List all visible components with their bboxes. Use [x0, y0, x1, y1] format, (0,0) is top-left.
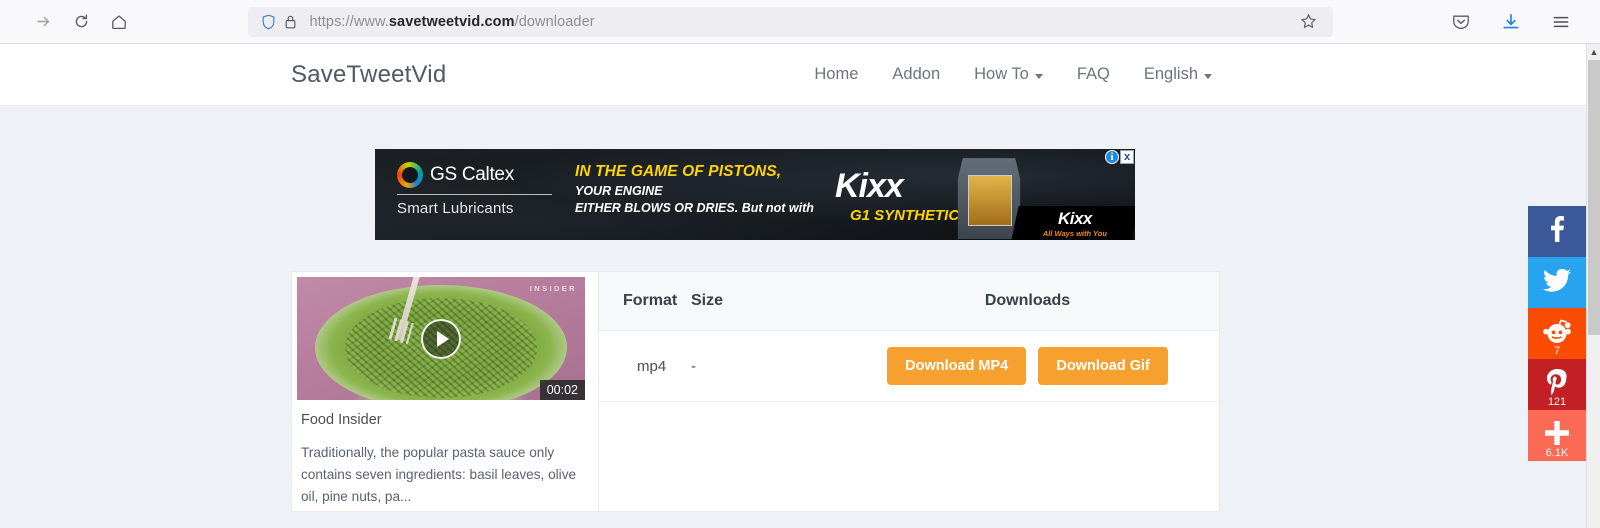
download-mp4-button[interactable]: Download MP4 [887, 347, 1027, 385]
ad-corner-badge: Kixx All Ways with You [1011, 206, 1135, 240]
column-header-downloads: Downloads [836, 272, 1219, 331]
advertisement-banner[interactable]: GS Caltex Smart Lubricants IN THE GAME O… [375, 149, 1135, 240]
ad-product-name: Kixx [835, 167, 904, 205]
share-addthis-button[interactable]: 6.1K [1528, 410, 1586, 461]
url-text: https://www.savetweetvid.com/downloader [309, 13, 595, 30]
ad-copy: IN THE GAME OF PISTONS, YOUR ENGINE EITH… [575, 163, 814, 215]
gs-caltex-logo-icon [397, 162, 423, 188]
formats-table: Format Size Downloads mp4 - Download MP4… [599, 272, 1219, 402]
video-duration-badge: 00:02 [539, 380, 585, 400]
nav-label: English [1143, 65, 1198, 83]
thumbnail-watermark: INSIDER [529, 284, 577, 293]
pocket-icon[interactable] [1446, 7, 1476, 37]
ad-advertiser-logo: GS Caltex Smart Lubricants [397, 162, 557, 217]
nav-item-how-to[interactable]: How To [974, 65, 1043, 84]
ad-brand-rest: Caltex [461, 164, 514, 185]
hamburger-menu-icon[interactable] [1546, 7, 1576, 37]
formats-table-column: Format Size Downloads mp4 - Download MP4… [598, 272, 1219, 511]
scrollbar-up-arrow[interactable]: ▲ [1587, 44, 1600, 60]
table-header-row: Format Size Downloads [599, 272, 1219, 331]
nav-item-faq[interactable]: FAQ [1077, 65, 1110, 84]
nav-label: FAQ [1076, 65, 1110, 83]
column-header-size: Size [691, 272, 836, 331]
downloads-icon[interactable] [1496, 7, 1526, 37]
site-navigation: Home Addon How To FAQ English [814, 65, 1212, 84]
browser-toolbar: https://www.savetweetvid.com/downloader [0, 0, 1600, 44]
site-brand-logo[interactable]: SaveTweetVid [291, 61, 446, 89]
table-row: mp4 - Download MP4 Download Gif [599, 330, 1219, 402]
reddit-icon [1543, 319, 1571, 348]
video-title: Food Insider [301, 412, 382, 428]
nav-label: Addon [892, 65, 941, 83]
navigation-buttons [0, 7, 134, 37]
forward-button[interactable] [28, 7, 58, 37]
scrollbar-thumb[interactable] [1588, 60, 1600, 335]
nav-label: How To [974, 65, 1029, 83]
nav-item-addon[interactable]: Addon [892, 65, 940, 84]
share-reddit-button[interactable]: 7 [1528, 308, 1586, 359]
ad-product-subtitle: G1 SYNTHETIC [850, 207, 960, 224]
ad-brand: GS [430, 164, 457, 185]
adchoices-info-icon[interactable]: i [1105, 150, 1119, 164]
ad-corner-slogan: All Ways with You [1042, 228, 1108, 238]
ad-subline-2: EITHER BLOWS OR DRIES. [575, 201, 739, 215]
facebook-icon [1550, 216, 1564, 247]
plus-icon [1545, 421, 1569, 450]
download-gif-button[interactable]: Download Gif [1038, 347, 1168, 385]
ad-subline-3: But not with [741, 201, 814, 215]
play-button-icon[interactable] [421, 318, 461, 359]
chevron-down-icon [1034, 73, 1043, 79]
ad-corner-brand: Kixx [1058, 208, 1092, 228]
social-share-rail: 7 121 6.1K [1528, 206, 1586, 461]
nav-label: Home [814, 65, 859, 83]
share-twitter-button[interactable] [1528, 257, 1586, 308]
video-thumbnail[interactable]: INSIDER 00:02 [297, 277, 585, 400]
page-scrollbar[interactable]: ▲ [1586, 44, 1600, 528]
urlbar-container: https://www.savetweetvid.com/downloader [134, 6, 1446, 37]
address-bar[interactable]: https://www.savetweetvid.com/downloader [247, 6, 1333, 37]
video-preview-column: INSIDER 00:02 Food Insider Traditionally… [292, 272, 598, 511]
ad-headline: IN THE GAME OF PISTONS, [575, 163, 782, 180]
lock-icon[interactable] [280, 14, 302, 30]
site-header: SaveTweetVid Home Addon How To FAQ Engli… [0, 44, 1586, 106]
nav-item-language[interactable]: English [1144, 65, 1212, 84]
share-facebook-button[interactable] [1528, 206, 1586, 257]
cell-format: mp4 [599, 330, 691, 402]
page-viewport: SaveTweetVid Home Addon How To FAQ Engli… [0, 44, 1586, 528]
cell-downloads: Download MP4 Download Gif [836, 330, 1219, 402]
shield-icon[interactable] [258, 14, 280, 30]
chevron-down-icon [1204, 73, 1212, 79]
bookmark-star-icon[interactable] [1295, 8, 1323, 36]
reload-button[interactable] [66, 7, 96, 37]
share-pinterest-button[interactable]: 121 [1528, 359, 1586, 410]
share-count: 6.1K [1545, 447, 1569, 459]
twitter-icon [1543, 268, 1571, 297]
home-button[interactable] [104, 7, 134, 37]
video-description: Traditionally, the popular pasta sauce o… [301, 445, 577, 504]
table-head: Format Size Downloads [599, 272, 1219, 331]
ad-close-icon[interactable]: x [1120, 150, 1134, 164]
nav-item-home[interactable]: Home [814, 65, 858, 84]
toolbar-right-actions [1446, 7, 1600, 37]
table-body: mp4 - Download MP4 Download Gif [599, 330, 1219, 402]
ad-tagline: Smart Lubricants [397, 200, 514, 217]
ad-subline-1: YOUR ENGINE [575, 184, 663, 198]
divider [397, 194, 552, 195]
download-result-card: INSIDER 00:02 Food Insider Traditionally… [291, 271, 1220, 512]
adchoices-controls: i x [1105, 150, 1134, 164]
column-header-format: Format [599, 272, 691, 331]
share-count: 7 [1553, 345, 1561, 357]
cell-size: - [691, 330, 836, 402]
share-count: 121 [1547, 396, 1567, 408]
